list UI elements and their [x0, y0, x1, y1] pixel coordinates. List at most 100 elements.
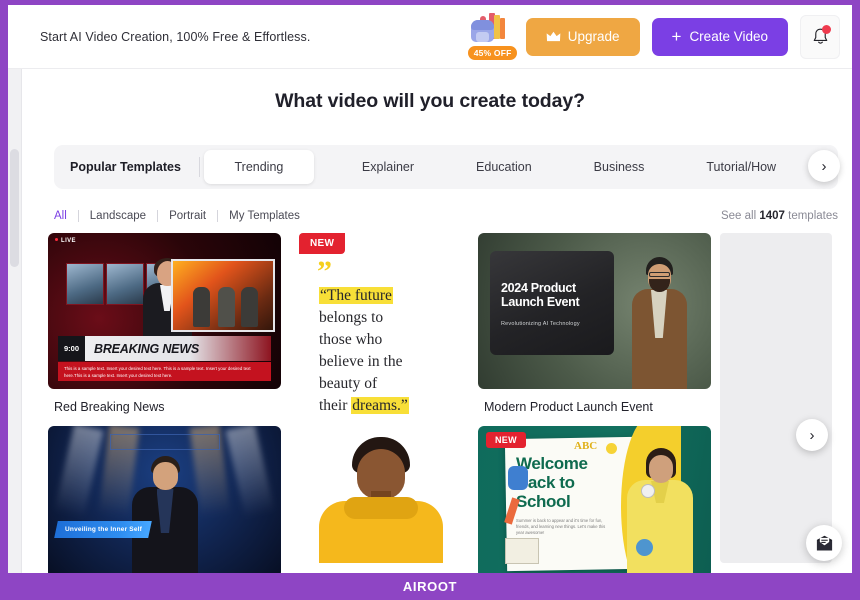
speaker-face [152, 462, 178, 490]
school-body-text: Summer is back to appear and it's time f… [516, 518, 606, 535]
create-video-label: Create Video [689, 29, 768, 44]
see-all-templates-link[interactable]: See all 1407 templates [721, 210, 838, 222]
promo-text: Start AI Video Creation, 100% Free & Eff… [40, 29, 311, 44]
stage-light-beam [225, 426, 275, 519]
lightbulb-icon [606, 443, 617, 454]
page-title: What video will you create today? [275, 90, 585, 112]
topbar-actions: 45% OFF Upgrade + Create Video [466, 12, 840, 62]
book-icon [493, 14, 500, 39]
stage-light-beam [54, 426, 104, 519]
quote-line-5: beauty of [319, 375, 378, 392]
quote-line-1: “The future [319, 287, 393, 304]
crown-icon [546, 31, 561, 41]
tab-business[interactable]: Business [580, 150, 659, 184]
template-count: 1407 [759, 210, 785, 222]
template-card-quote[interactable]: NEW ” “The future belongs to those who b… [299, 233, 462, 563]
grid-column [720, 233, 832, 563]
studio-monitor [106, 263, 144, 305]
news-headline-band: 9:00 BREAKING NEWS [58, 336, 271, 361]
tab-tutorial-howto[interactable]: Tutorial/How [692, 150, 790, 184]
quote-mark-icon: ” [317, 255, 332, 288]
notification-dot [822, 24, 831, 34]
filter-my-templates[interactable]: My Templates [218, 210, 311, 222]
firefighter-figure [241, 287, 258, 327]
filter-bar: All Landscape Portrait My Templates See … [54, 205, 838, 227]
brand-name: AIROOT [402, 579, 458, 594]
backpack-icon [508, 466, 528, 490]
tabs-next-button[interactable]: › [808, 150, 840, 182]
live-badge: LIVE [55, 238, 76, 244]
filter-portrait[interactable]: Portrait [158, 210, 217, 222]
category-tab-bar: Popular Templates Trending Explainer Edu… [54, 145, 838, 189]
create-video-button[interactable]: + Create Video [651, 17, 788, 56]
stage-truss [109, 434, 220, 450]
sale-promo-badge[interactable]: 45% OFF [466, 12, 519, 62]
grid-column: 2024 Product Launch Event Revolutionizin… [478, 233, 711, 573]
school-title: Welcome Back to School [516, 454, 624, 511]
top-bar: Start AI Video Creation, 100% Free & Eff… [8, 5, 852, 69]
chevron-right-icon: › [809, 426, 815, 444]
studio-monitor [66, 263, 104, 305]
template-card-stage-speaker[interactable]: Unveiling the Inner Self [48, 426, 281, 573]
quote-person-figure [299, 435, 462, 563]
lower-third-label: Unveiling the Inner Self [65, 526, 143, 533]
see-all-prefix: See all [720, 210, 757, 222]
presenter-figure [629, 257, 689, 389]
upgrade-label: Upgrade [567, 29, 620, 44]
tab-trending[interactable]: Trending [203, 150, 314, 184]
support-chat-button[interactable] [806, 525, 842, 561]
template-caption: Red Breaking News [54, 400, 165, 414]
template-caption: Modern Product Launch Event [484, 400, 653, 414]
lower-third-banner: Unveiling the Inner Self [54, 521, 152, 538]
template-grid: LIVE 9:00 BREAKING NEWS This is a sample… [48, 233, 852, 573]
quote-line-3: those who [319, 331, 383, 348]
news-ticker-text: This is a sample text. Insert your desir… [58, 362, 271, 381]
quote-line-2: belongs to [319, 309, 384, 326]
new-badge: NEW [299, 233, 346, 254]
upgrade-button[interactable]: Upgrade [525, 17, 640, 56]
template-card-product-launch[interactable]: 2024 Product Launch Event Revolutionizin… [478, 233, 711, 389]
teacher-face [649, 455, 673, 483]
left-scroll-rail[interactable] [8, 69, 22, 573]
book-icon [499, 17, 505, 39]
soccer-ball-icon [641, 484, 655, 498]
template-card-placeholder[interactable] [720, 233, 832, 563]
app-window: Start AI Video Creation, 100% Free & Eff… [0, 0, 860, 600]
launch-title-line-1: 2024 Product [501, 281, 576, 295]
quote-text: “The future belongs to those who believe… [319, 285, 450, 417]
backpack-pocket-icon [475, 31, 489, 42]
news-time: 9:00 [58, 336, 86, 361]
app-viewport: Start AI Video Creation, 100% Free & Eff… [8, 5, 852, 573]
notebook-icon [505, 538, 539, 564]
news-headline: BREAKING NEWS [94, 341, 200, 356]
filter-all[interactable]: All [54, 210, 78, 222]
quote-line-4: believe in the [319, 353, 403, 370]
tab-education[interactable]: Education [462, 150, 546, 184]
tab-popular-templates[interactable]: Popular Templates [54, 150, 195, 184]
scrollbar-thumb[interactable] [10, 149, 19, 267]
grid-column: NEW ” “The future belongs to those who b… [299, 233, 462, 563]
launch-subtitle: Revolutionizing AI Technology [501, 321, 580, 327]
glasses-icon [649, 272, 670, 277]
presentation-screen: 2024 Product Launch Event Revolutionizin… [490, 251, 614, 355]
notifications-button[interactable] [800, 14, 840, 59]
chevron-right-icon: › [821, 157, 827, 175]
teacher-figure [627, 448, 693, 573]
globe-icon [636, 539, 653, 556]
launch-title: 2024 Product Launch Event [501, 281, 606, 309]
school-title-line-3: School [516, 492, 571, 511]
grid-column: LIVE 9:00 BREAKING NEWS This is a sample… [48, 233, 281, 573]
discount-label: 45% OFF [466, 44, 519, 61]
quote-line-6a: their [319, 397, 352, 414]
firefighter-figure [193, 287, 210, 327]
speaker-figure [131, 456, 198, 573]
quote-line-6b: dreams.” [351, 397, 409, 414]
filter-landscape[interactable]: Landscape [79, 210, 157, 222]
grid-next-button[interactable]: › [796, 419, 828, 451]
template-card-red-breaking-news[interactable]: LIVE 9:00 BREAKING NEWS This is a sample… [48, 233, 281, 389]
tab-explainer[interactable]: Explainer [348, 150, 428, 184]
brand-bar: AIROOT [0, 573, 860, 600]
template-card-back-to-school[interactable]: NEW ABC Welcome Back to School Summer is… [478, 426, 711, 573]
abc-label: ABC [574, 440, 598, 452]
plus-icon: + [671, 27, 682, 46]
